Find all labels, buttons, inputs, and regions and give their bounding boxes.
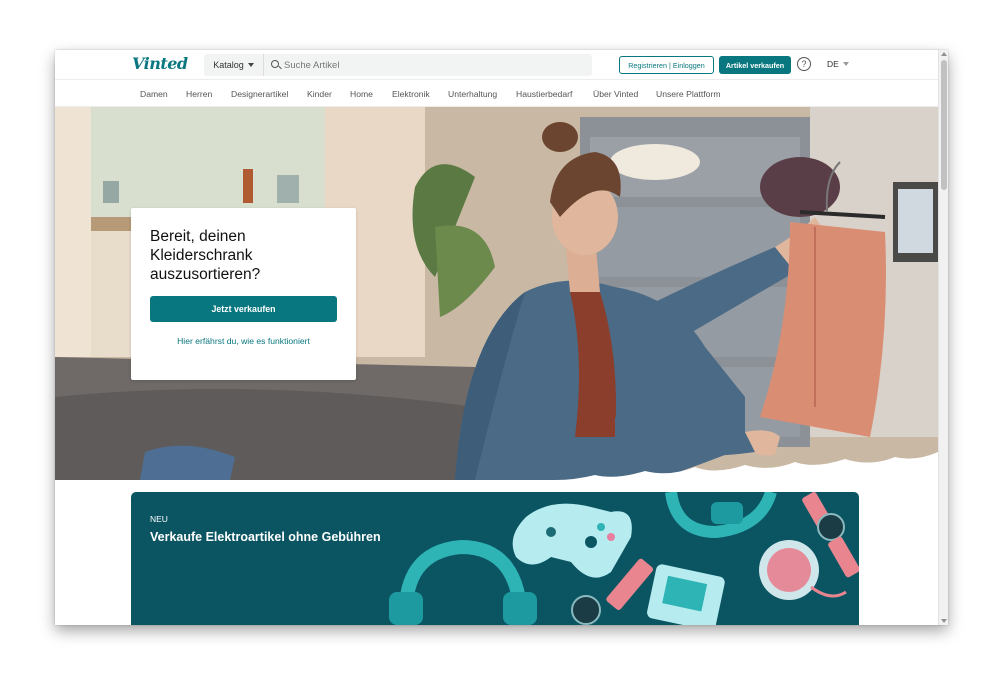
category-nav: Damen Herren Designerartikel Kinder Home… <box>55 81 938 107</box>
hero-sell-card: Bereit, deinen Kleiderschrank auszusorti… <box>131 208 356 380</box>
nav-item-elektronik[interactable]: Elektronik <box>392 89 430 99</box>
search-input[interactable] <box>284 54 584 76</box>
nav-item-ueber-vinted[interactable]: Über Vinted <box>593 89 638 99</box>
hero-title: Bereit, deinen Kleiderschrank auszusorti… <box>150 228 261 283</box>
register-login-button[interactable]: Registrieren | Einloggen <box>619 56 714 74</box>
catalog-label: Katalog <box>213 60 244 70</box>
nav-item-herren[interactable]: Herren <box>186 89 212 99</box>
vertical-scrollbar[interactable] <box>938 50 948 625</box>
scrollbar-thumb[interactable] <box>941 60 947 190</box>
site-header: Vinted Katalog Registrieren | Einloggen … <box>55 50 938 80</box>
hero-section: Bereit, deinen Kleiderschrank auszusorti… <box>55 107 938 480</box>
nav-item-kinder[interactable]: Kinder <box>307 89 332 99</box>
nav-item-unterhaltung[interactable]: Unterhaltung <box>448 89 497 99</box>
nav-item-haustierbedarf[interactable]: Haustierbedarf <box>516 89 572 99</box>
chevron-down-icon <box>247 63 254 67</box>
catalog-dropdown[interactable]: Katalog <box>204 54 264 76</box>
sell-now-button[interactable]: Jetzt verkaufen <box>150 296 337 322</box>
search-icon <box>271 60 279 68</box>
banner-title: Verkaufe Elektroartikel ohne Gebühren <box>150 530 381 544</box>
nav-item-designerartikel[interactable]: Designerartikel <box>231 89 288 99</box>
nav-item-unsere-plattform[interactable]: Unsere Plattform <box>656 89 720 99</box>
chevron-down-icon <box>842 62 849 66</box>
nav-item-home[interactable]: Home <box>350 89 373 99</box>
scroll-up-arrow-icon[interactable] <box>941 52 947 56</box>
language-label: DE <box>827 59 839 69</box>
electronics-illustration <box>389 492 859 625</box>
new-badge: NEU <box>150 514 168 524</box>
language-selector[interactable]: DE <box>827 59 849 69</box>
browser-window: Vinted Katalog Registrieren | Einloggen … <box>55 50 948 625</box>
scroll-down-arrow-icon[interactable] <box>941 619 947 623</box>
nav-item-damen[interactable]: Damen <box>140 89 168 99</box>
sell-item-button[interactable]: Artikel verkaufen <box>719 56 791 74</box>
vinted-logo[interactable]: Vinted <box>132 54 188 73</box>
how-it-works-link[interactable]: Hier erfährst du, wie es funktioniert <box>150 336 337 346</box>
help-icon[interactable]: ? <box>797 57 811 71</box>
search-bar: Katalog <box>204 54 592 76</box>
electronics-banner[interactable]: NEU Verkaufe Elektroartikel ohne Gebühre… <box>131 492 859 625</box>
